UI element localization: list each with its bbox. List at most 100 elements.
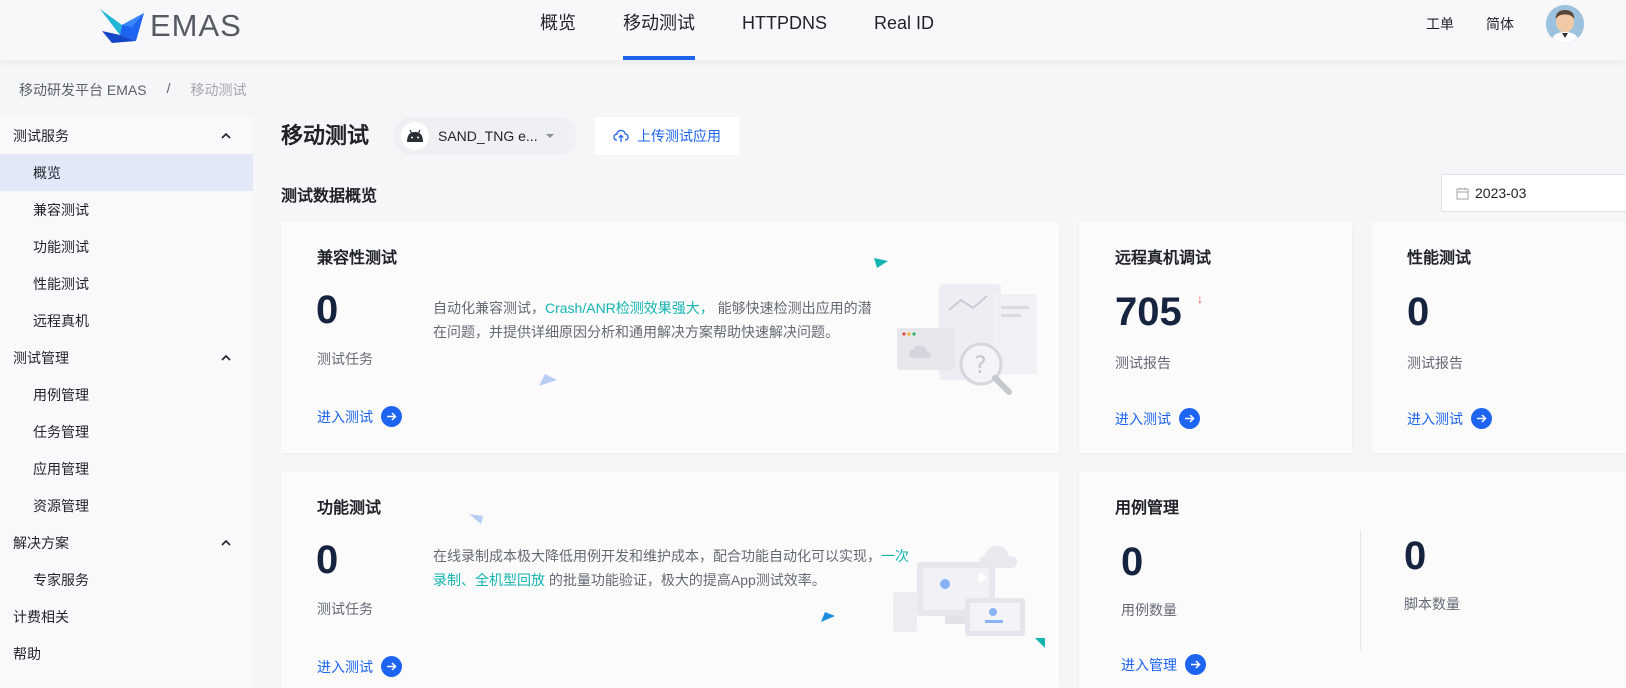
sidebar-group-test-services[interactable]: 测试服务 bbox=[0, 117, 253, 154]
sidebar-item-resource-mgmt[interactable]: 资源管理 bbox=[0, 487, 253, 524]
remote-enter-link[interactable]: 进入测试 bbox=[1115, 408, 1200, 429]
case-mgmt-card: 用例管理 0 用例数量 0 脚本数量 进入管理 bbox=[1079, 472, 1626, 688]
month-picker-value: 2023-03 bbox=[1475, 185, 1527, 201]
perf-test-card: 性能测试 0 测试报告 进入测试 bbox=[1371, 222, 1626, 453]
top-navbar: EMAS 概览 移动测试 HTTPDNS Real ID 工单 简体 bbox=[0, 0, 1626, 60]
compat-test-card: 兼容性测试 0 测试任务 自动化兼容测试，Crash/ANR检测效果强大， 能够… bbox=[281, 222, 1059, 453]
enter-link-label: 进入测试 bbox=[317, 658, 373, 675]
func-task-count: 0 bbox=[316, 538, 339, 582]
sidebar-item-billing[interactable]: 计费相关 bbox=[0, 598, 253, 635]
emas-logo-mark-icon bbox=[98, 7, 148, 45]
nav-real-id[interactable]: Real ID bbox=[874, 0, 934, 60]
func-test-card: 功能测试 0 测试任务 在线录制成本极大降低用例开发和维护成本，配合功能自动化可… bbox=[281, 472, 1059, 688]
compat-enter-link[interactable]: 进入测试 bbox=[317, 406, 402, 427]
sidebar-item-compat-test[interactable]: 兼容测试 bbox=[0, 191, 253, 228]
func-enter-link[interactable]: 进入测试 bbox=[317, 656, 402, 677]
decorative-triangle-icon bbox=[469, 514, 483, 524]
chevron-up-icon bbox=[221, 132, 231, 139]
func-description: 在线录制成本极大降低用例开发和维护成本，配合功能自动化可以实现，一次 录制、全机型… bbox=[433, 544, 943, 592]
remote-report-label: 测试报告 bbox=[1115, 355, 1171, 371]
perf-report-count: 0 bbox=[1407, 290, 1430, 334]
section-title: 测试数据概览 bbox=[281, 188, 378, 205]
script-count: 0 bbox=[1404, 534, 1427, 578]
compat-task-label: 测试任务 bbox=[317, 351, 373, 367]
decorative-triangle-icon bbox=[821, 612, 835, 622]
enter-link-label: 进入测试 bbox=[317, 408, 373, 425]
breadcrumb: 移动研发平台 EMAS / 移动测试 bbox=[19, 80, 246, 100]
app-selector[interactable]: SAND_TNG e... bbox=[393, 117, 577, 155]
emas-logo[interactable]: EMAS bbox=[98, 6, 242, 46]
sidebar-group-label: 解决方案 bbox=[13, 534, 69, 551]
logo-text: EMAS bbox=[150, 8, 242, 43]
svg-text:?: ? bbox=[974, 351, 987, 379]
language-switch[interactable]: 简体 bbox=[1486, 14, 1514, 34]
month-picker[interactable]: 2023-03 bbox=[1441, 174, 1626, 212]
sidebar-item-perf-test[interactable]: 性能测试 bbox=[0, 265, 253, 302]
compat-task-count: 0 bbox=[316, 288, 339, 332]
desc-highlight: Crash/ANR检测效果强大， bbox=[545, 300, 714, 316]
user-avatar[interactable] bbox=[1546, 5, 1584, 43]
main-nav: 概览 移动测试 HTTPDNS Real ID bbox=[540, 0, 981, 60]
sidebar-item-help[interactable]: 帮助 bbox=[0, 635, 253, 672]
upload-app-label: 上传测试应用 bbox=[637, 128, 721, 144]
func-illustration-icon bbox=[893, 546, 1025, 636]
sidebar-item-case-mgmt[interactable]: 用例管理 bbox=[0, 376, 253, 413]
breadcrumb-current: 移动测试 bbox=[190, 82, 247, 98]
cloud-upload-icon bbox=[613, 129, 629, 142]
column-divider bbox=[1360, 530, 1361, 650]
nav-overview[interactable]: 概览 bbox=[540, 0, 576, 60]
remote-device-card: 远程真机调试 705 ↓ 测试报告 进入测试 bbox=[1079, 222, 1352, 453]
desc-text: 的批量功能验证，极大的提高App测试效率。 bbox=[545, 572, 826, 588]
compat-description: 自动化兼容测试，Crash/ANR检测效果强大， 能够快速检测出应用的潜 在问题，… bbox=[433, 296, 903, 344]
arrow-right-icon bbox=[1185, 654, 1206, 675]
sidebar: 测试服务 概览 兼容测试 功能测试 性能测试 远程真机 测试管理 用例管理 任务… bbox=[0, 117, 253, 688]
case-count-label: 用例数量 bbox=[1121, 602, 1177, 618]
arrow-right-icon bbox=[381, 656, 402, 677]
desc-highlight: 录制、全机型回放 bbox=[433, 572, 545, 588]
android-icon bbox=[401, 122, 429, 150]
func-task-label: 测试任务 bbox=[317, 601, 373, 617]
card-title: 远程真机调试 bbox=[1115, 250, 1212, 267]
decorative-triangle-icon bbox=[539, 374, 557, 386]
arrow-right-icon bbox=[381, 406, 402, 427]
sidebar-item-overview[interactable]: 概览 bbox=[0, 154, 253, 191]
sidebar-item-app-mgmt[interactable]: 应用管理 bbox=[0, 450, 253, 487]
upload-app-button[interactable]: 上传测试应用 bbox=[595, 117, 739, 155]
card-title: 功能测试 bbox=[317, 500, 382, 517]
trend-down-icon: ↓ bbox=[1197, 292, 1203, 306]
sidebar-group-test-management[interactable]: 测试管理 bbox=[0, 339, 253, 376]
remote-report-count: 705 bbox=[1115, 290, 1182, 334]
decorative-triangle-icon bbox=[874, 258, 888, 268]
card-title: 兼容性测试 bbox=[317, 250, 398, 267]
nav-httpdns[interactable]: HTTPDNS bbox=[742, 0, 827, 60]
desc-text: 自动化兼容测试， bbox=[433, 300, 545, 316]
breadcrumb-separator: / bbox=[166, 80, 171, 96]
sidebar-group-solutions[interactable]: 解决方案 bbox=[0, 524, 253, 561]
enter-link-label: 进入测试 bbox=[1115, 410, 1171, 427]
sidebar-item-func-test[interactable]: 功能测试 bbox=[0, 228, 253, 265]
nav-mobile-testing[interactable]: 移动测试 bbox=[623, 0, 695, 60]
ticket-link[interactable]: 工单 bbox=[1426, 14, 1454, 34]
sidebar-group-label: 测试服务 bbox=[13, 127, 69, 144]
sidebar-item-label: 帮助 bbox=[13, 645, 41, 662]
enter-link-label: 进入测试 bbox=[1407, 410, 1463, 427]
breadcrumb-root[interactable]: 移动研发平台 EMAS bbox=[19, 80, 147, 100]
page-title: 移动测试 bbox=[281, 123, 370, 148]
sidebar-item-remote-device[interactable]: 远程真机 bbox=[0, 302, 253, 339]
case-count: 0 bbox=[1121, 540, 1144, 584]
card-title: 性能测试 bbox=[1407, 250, 1472, 267]
sidebar-item-expert-service[interactable]: 专家服务 bbox=[0, 561, 253, 598]
enter-link-label: 进入管理 bbox=[1121, 656, 1177, 673]
header-actions: 工单 简体 bbox=[1426, 0, 1626, 48]
perf-report-label: 测试报告 bbox=[1407, 355, 1463, 371]
selected-app-name: SAND_TNG e... bbox=[438, 128, 538, 144]
perf-enter-link[interactable]: 进入测试 bbox=[1407, 408, 1492, 429]
chevron-up-icon bbox=[221, 539, 231, 546]
desc-text: 在问题，并提供详细原因分析和通用解决方案帮助快速解决问题。 bbox=[433, 324, 839, 340]
script-count-label: 脚本数量 bbox=[1404, 596, 1460, 612]
sidebar-item-task-mgmt[interactable]: 任务管理 bbox=[0, 413, 253, 450]
arrow-right-icon bbox=[1179, 408, 1200, 429]
case-enter-link[interactable]: 进入管理 bbox=[1121, 654, 1206, 675]
compat-illustration-icon: ? bbox=[897, 284, 1037, 395]
chevron-up-icon bbox=[221, 354, 231, 361]
